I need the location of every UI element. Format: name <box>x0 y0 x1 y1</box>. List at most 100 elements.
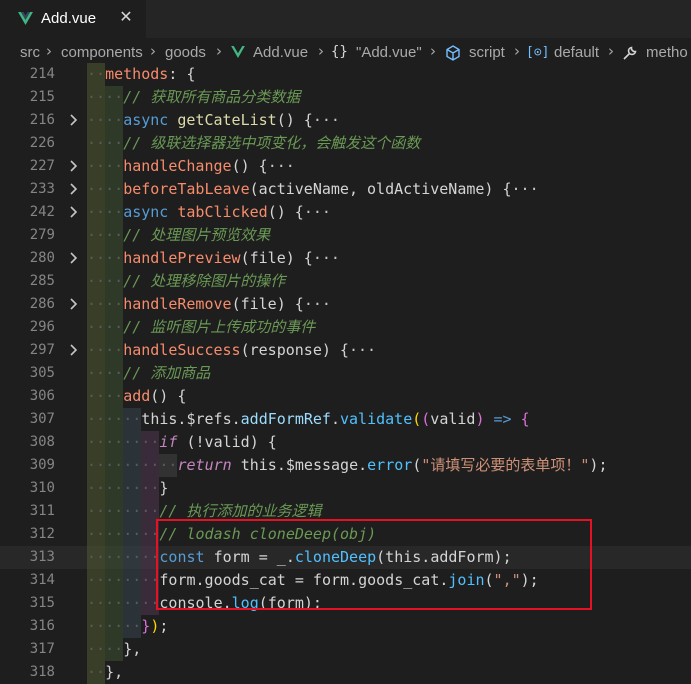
chevron-right-icon[interactable] <box>66 297 80 311</box>
whitespace-dots: ·· <box>87 433 106 451</box>
code-text: // 添加商品 <box>123 362 210 385</box>
whitespace-dots: ·· <box>87 525 106 543</box>
line-number: 311 <box>29 503 55 519</box>
whitespace-dots: ·· <box>123 433 142 451</box>
code-line[interactable]: ·· ·· 216 async getCateList() {··· <box>0 109 691 132</box>
chevron-right-icon[interactable] <box>66 159 80 173</box>
whitespace-dots: ·· <box>105 640 124 658</box>
whitespace-dots: ·· <box>123 456 142 474</box>
code-line[interactable]: ·· ·· 305 // 添加商品 <box>0 362 691 385</box>
whitespace-dots: ·· <box>105 502 124 520</box>
code-line[interactable]: ·· ·· 233 beforeTabLeave(activeName, oldAct… <box>0 178 691 201</box>
cube-icon <box>446 45 460 61</box>
code-token: ··· <box>303 203 331 221</box>
vue-icon <box>18 12 33 25</box>
whitespace-dots: ·· <box>105 180 124 198</box>
code-line[interactable]: ·· ·· 306 add() { <box>0 385 691 408</box>
tab-label: Add.vue <box>41 10 97 27</box>
breadcrumb-src[interactable]: src <box>20 44 40 61</box>
code-token: () { <box>231 157 268 175</box>
code-line[interactable]: ·· ·· 215 // 获取所有商品分类数据 <box>0 86 691 109</box>
chevron-right-icon[interactable] <box>66 343 80 357</box>
whitespace-dots: ·· <box>105 203 124 221</box>
code-token: { <box>267 433 277 451</box>
whitespace-dots: ·· <box>87 249 106 267</box>
code-line[interactable]: ·· 214 methods: { <box>0 63 691 86</box>
code-line[interactable]: ·· ·· ·· ·· 310} <box>0 477 691 500</box>
code-line[interactable]: ·· ·· ·· ·· ·· 309 return this.$message.error(… <box>0 454 691 477</box>
line-number: 313 <box>29 549 55 565</box>
line-number: 318 <box>29 664 55 680</box>
code-line[interactable]: ·· ·· 296 // 监听图片上传成功的事件 <box>0 316 691 339</box>
line-number: 214 <box>29 66 55 82</box>
tab-add-vue[interactable]: Add.vue ✕ <box>0 0 146 38</box>
code-line[interactable]: ·· ·· 279 // 处理图片预览效果 <box>0 224 691 247</box>
braces-icon: {} <box>331 44 348 60</box>
code-token: handleSuccess <box>123 341 241 359</box>
line-number: 227 <box>29 158 55 174</box>
code-text: handleSuccess(response) {··· <box>123 339 376 362</box>
chevron-right-icon[interactable] <box>66 251 80 265</box>
breadcrumb-components[interactable]: components <box>61 44 143 61</box>
line-number: 310 <box>29 480 55 496</box>
code-token: error <box>367 456 413 474</box>
whitespace-dots: ·· <box>87 364 106 382</box>
whitespace-dots: ·· <box>105 571 124 589</box>
code-line[interactable]: ·· ·· ·· 307 this.$refs.addFormRef.validate(… <box>0 408 691 431</box>
code-token: } <box>159 479 169 497</box>
code-text: handleRemove(file) {··· <box>123 293 331 316</box>
whitespace-dots: ·· <box>87 502 106 520</box>
close-icon[interactable]: ✕ <box>117 7 135 27</box>
code-line[interactable]: ·· ·· ·· 316}); <box>0 615 691 638</box>
line-number: 315 <box>29 595 55 611</box>
whitespace-dots: ·· <box>87 640 106 658</box>
code-text: return this.$message.error("请填写必要的表单项！")… <box>178 454 608 477</box>
whitespace-dots: ·· <box>141 479 160 497</box>
whitespace-dots: ·· <box>105 157 124 175</box>
whitespace-dots: ·· <box>87 295 106 313</box>
code-text: if (!valid) { <box>159 431 276 454</box>
breadcrumb-module[interactable]: "Add.vue" <box>356 44 422 61</box>
whitespace-dots: ·· <box>105 525 124 543</box>
chevron-right-icon[interactable] <box>66 113 80 127</box>
chevron-right-icon[interactable] <box>66 205 80 219</box>
breadcrumb-default[interactable]: default <box>554 44 599 61</box>
breadcrumb-file[interactable]: Add.vue <box>253 44 308 61</box>
code-token: (file) { <box>231 295 304 313</box>
whitespace-dots: ·· <box>105 226 124 244</box>
code-token: handleChange <box>123 157 232 175</box>
code-text: }); <box>141 615 168 638</box>
code-line[interactable]: ·· ·· ·· ·· 308 if (!valid) { <box>0 431 691 454</box>
code-token: // 处理移除图片的操作 <box>123 272 286 290</box>
code-line[interactable]: ·· ·· 286 handleRemove(file) {··· <box>0 293 691 316</box>
code-token: ; <box>159 617 169 635</box>
whitespace-dots: ·· <box>87 111 106 129</box>
code-token: valid <box>430 410 476 428</box>
code-line[interactable]: ·· ·· 297 handleSuccess(response) {··· <box>0 339 691 362</box>
whitespace-dots: ·· <box>87 594 106 612</box>
code-line[interactable]: ·· 318}, <box>0 661 691 684</box>
breadcrumb-methods[interactable]: metho <box>646 44 688 61</box>
code-line[interactable]: ·· ·· 226 // 级联选择器选中项变化，会触发这个函数 <box>0 132 691 155</box>
code-line[interactable]: ·· ·· 285 // 处理移除图片的操作 <box>0 270 691 293</box>
code-line[interactable]: ·· ·· 317}, <box>0 638 691 661</box>
line-number: 316 <box>29 618 55 634</box>
whitespace-dots: ·· <box>87 456 106 474</box>
chevron-right-icon[interactable] <box>66 182 80 196</box>
whitespace-dots: ·· <box>141 456 160 474</box>
code-token: handlePreview <box>123 249 241 267</box>
whitespace-dots: ·· <box>87 88 106 106</box>
breadcrumb-goods[interactable]: goods <box>165 44 206 61</box>
code-token: { <box>520 410 530 428</box>
code-line[interactable]: ·· ·· 242 async tabClicked() {··· <box>0 201 691 224</box>
whitespace-dots: ·· <box>87 157 106 175</box>
code-line[interactable]: ·· ·· 280 handlePreview(file) {··· <box>0 247 691 270</box>
line-number: 285 <box>29 273 55 289</box>
whitespace-dots: ·· <box>87 272 106 290</box>
code-text: }, <box>105 661 123 684</box>
code-line[interactable]: ·· ·· 227 handleChange() {··· <box>0 155 691 178</box>
whitespace-dots: ·· <box>87 617 106 635</box>
breadcrumb-script[interactable]: script <box>469 44 505 61</box>
code-token: if <box>159 433 178 451</box>
code-token: ( <box>421 410 431 428</box>
